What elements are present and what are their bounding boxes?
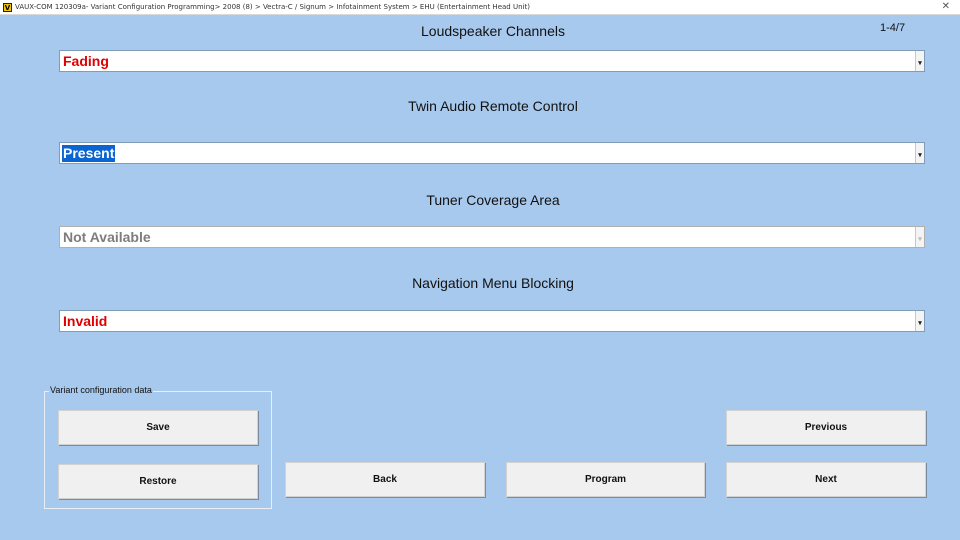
twin-audio-remote-control-title: Twin Audio Remote Control <box>408 98 578 114</box>
restore-button[interactable]: Restore <box>58 464 258 499</box>
dropdown-value: Present <box>62 145 116 162</box>
dropdown-value: Fading <box>63 53 109 69</box>
tuner-coverage-area-title: Tuner Coverage Area <box>426 192 560 208</box>
title-bar: V VAUX-COM 120309a- Variant Configuratio… <box>0 0 960 15</box>
navigation-menu-blocking-title: Navigation Menu Blocking <box>412 275 574 291</box>
back-button[interactable]: Back <box>285 462 485 497</box>
window-title: VAUX-COM 120309a- Variant Configuration … <box>15 3 530 11</box>
dropdown-arrow-icon[interactable]: ▾ <box>915 311 924 331</box>
twin-audio-remote-control-dropdown[interactable]: Present ▾ <box>59 142 925 164</box>
dropdown-arrow-icon[interactable]: ▾ <box>915 51 924 71</box>
tuner-coverage-area-dropdown: Not Available ▾ <box>59 226 925 248</box>
next-button[interactable]: Next <box>726 462 926 497</box>
navigation-menu-blocking-dropdown[interactable]: Invalid ▾ <box>59 310 925 332</box>
program-button[interactable]: Program <box>506 462 705 497</box>
loudspeaker-channels-title: Loudspeaker Channels <box>421 23 565 39</box>
dropdown-value: Invalid <box>63 313 108 329</box>
dropdown-arrow-icon: ▾ <box>915 227 924 247</box>
dropdown-arrow-icon[interactable]: ▾ <box>915 143 924 163</box>
save-button[interactable]: Save <box>58 410 258 445</box>
loudspeaker-channels-dropdown[interactable]: Fading ▾ <box>59 50 925 72</box>
vauxcom-app-icon: V <box>3 2 12 12</box>
close-icon[interactable]: ✕ <box>942 1 950 13</box>
dropdown-value: Not Available <box>62 229 152 246</box>
variant-configuration-label: Variant configuration data <box>49 385 153 395</box>
previous-button[interactable]: Previous <box>726 410 926 445</box>
